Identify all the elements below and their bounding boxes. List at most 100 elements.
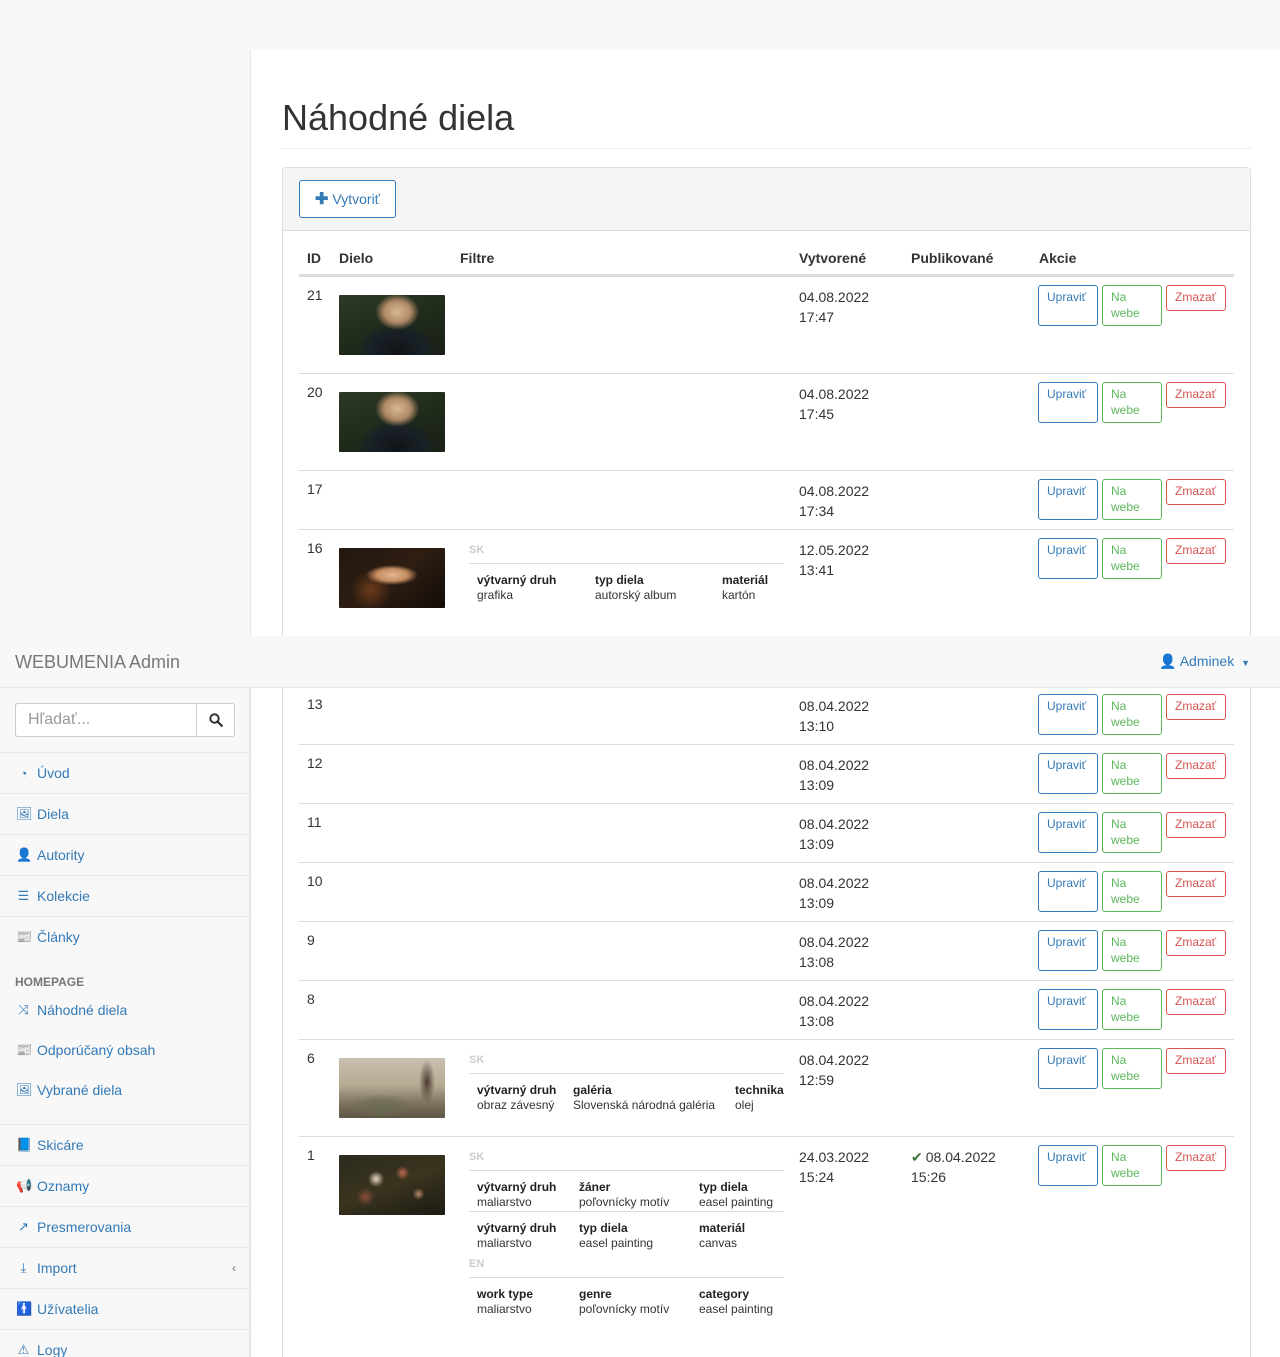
filter-lang: EN (469, 1258, 784, 1278)
edit-button[interactable]: Upraviť (1038, 753, 1098, 794)
chevron-left-icon: ‹ (232, 1261, 236, 1275)
row-id: 16 (307, 540, 323, 556)
col-id: ID (307, 250, 321, 266)
edit-button[interactable]: Upraviť (1038, 812, 1098, 853)
artwork-thumbnail[interactable] (339, 1155, 445, 1215)
delete-button[interactable]: Zmazať (1166, 812, 1226, 838)
created-day: 08.04.2022 (799, 875, 870, 891)
filter-item: výtvarný druh grafika (477, 573, 556, 602)
user-name: Adminek (1179, 653, 1235, 669)
delete-button[interactable]: Zmazať (1166, 694, 1226, 720)
delete-button[interactable]: Zmazať (1166, 1048, 1226, 1074)
sidebar-item-diela[interactable]: 🖼 Diela (0, 793, 250, 834)
delete-button[interactable]: Zmazať (1166, 753, 1226, 779)
edit-button[interactable]: Upraviť (1038, 1145, 1098, 1186)
sidebar-item-label: Logy (37, 1342, 68, 1357)
filter-value: maliarstvo (477, 1236, 532, 1250)
sidebar-item-skicáre[interactable]: 📘 Skicáre (0, 1124, 250, 1165)
sidebar-item-kolekcie[interactable]: ☰ Kolekcie (0, 875, 250, 916)
delete-button[interactable]: Zmazať (1166, 989, 1226, 1015)
artwork-thumbnail[interactable] (339, 548, 445, 608)
dashboard-icon: ◔ (19, 765, 28, 781)
created-date: 08.04.2022 13:09 (799, 814, 899, 854)
delete-button[interactable]: Zmazať (1166, 871, 1226, 897)
sidebar-item-články[interactable]: 📰 Články (0, 916, 250, 957)
brand[interactable]: WEBUMENIA Admin (15, 652, 180, 673)
filter-item: výtvarný druh maliarstvo (477, 1221, 556, 1250)
book-icon: 📘 (16, 1137, 33, 1152)
sidebar-item-náhodné-diela[interactable]: ⤨ Náhodné diela (0, 989, 250, 1030)
view-on-web-button[interactable]: Na webe (1102, 753, 1162, 794)
delete-button[interactable]: Zmazať (1166, 1145, 1226, 1171)
view-on-web-button[interactable]: Na webe (1102, 930, 1162, 971)
created-day: 08.04.2022 (799, 993, 870, 1009)
search-input[interactable] (15, 703, 197, 737)
sidebar-item-autority[interactable]: 👤 Autority (0, 834, 250, 875)
edit-button[interactable]: Upraviť (1038, 930, 1098, 971)
created-time: 15:24 (799, 1169, 835, 1185)
artwork-thumbnail[interactable] (339, 295, 445, 355)
view-on-web-button[interactable]: Na webe (1102, 871, 1162, 912)
edit-button[interactable]: Upraviť (1038, 871, 1098, 912)
created-date: 08.04.2022 13:09 (799, 873, 899, 913)
table-row: 20 04.08.2022 17:45 Upraviť Na webe Zmazať (299, 373, 1234, 470)
sidebar-item-úvod[interactable]: ◔ Úvod (0, 752, 250, 793)
edit-button[interactable]: Upraviť (1038, 694, 1098, 735)
sidebar-item-užívatelia[interactable]: 🚹 Užívatelia (0, 1288, 250, 1329)
delete-button[interactable]: Zmazať (1166, 285, 1226, 311)
view-on-web-button[interactable]: Na webe (1102, 538, 1162, 579)
view-on-web-button[interactable]: Na webe (1102, 694, 1162, 735)
filter-item: typ diela autorský album (595, 573, 676, 602)
edit-button[interactable]: Upraviť (1038, 479, 1098, 520)
filter-value: maliarstvo (477, 1302, 532, 1316)
filter-value: canvas (699, 1236, 738, 1250)
edit-button[interactable]: Upraviť (1038, 382, 1098, 423)
filter-item: work type maliarstvo (477, 1287, 533, 1316)
view-on-web-label: webe (1111, 1166, 1140, 1180)
filter-item: typ diela easel painting (699, 1180, 773, 1209)
created-time: 13:09 (799, 836, 835, 852)
created-time: 17:47 (799, 309, 835, 325)
edit-button[interactable]: Upraviť (1038, 538, 1098, 579)
row-id: 21 (307, 287, 323, 303)
delete-button[interactable]: Zmazať (1166, 479, 1226, 505)
user-menu[interactable]: 👤 Adminek ▼ (1159, 653, 1250, 670)
search-button[interactable] (197, 703, 235, 737)
delete-button[interactable]: Zmazať (1166, 382, 1226, 408)
view-on-web-label: Na (1111, 484, 1127, 498)
filter-item: výtvarný druh maliarstvo (477, 1180, 556, 1209)
table-row: 21 04.08.2022 17:47 Upraviť Na webe Zmazať (299, 276, 1234, 373)
view-on-web-button[interactable]: Na webe (1102, 479, 1162, 520)
user-icon: 👤 (16, 847, 33, 862)
edit-button[interactable]: Upraviť (1038, 989, 1098, 1030)
artwork-thumbnail[interactable] (339, 392, 445, 452)
edit-button[interactable]: Upraviť (1038, 285, 1098, 326)
primary-filter-grid: výtvarný druh grafika typ diela autorský al… (469, 564, 784, 604)
view-on-web-button[interactable]: Na webe (1102, 285, 1162, 326)
filter-label: category (699, 1287, 750, 1301)
sidebar-item-import[interactable]: ⤓ Import ‹ (0, 1247, 250, 1288)
sidebar-item-presmerovania[interactable]: ↗ Presmerovania (0, 1206, 250, 1247)
filter-label: výtvarný druh (477, 1180, 557, 1194)
delete-button[interactable]: Zmazať (1166, 930, 1226, 956)
view-on-web-button[interactable]: Na webe (1102, 1145, 1162, 1186)
filter-value: grafika (477, 588, 514, 602)
sidebar-item-oznamy[interactable]: 📢 Oznamy (0, 1165, 250, 1206)
sidebar-item-logy[interactable]: ⚠ Logy (0, 1329, 250, 1357)
artwork-thumbnail[interactable] (339, 1058, 445, 1118)
sidebar-item-odporúčaný-obsah[interactable]: 📰 Odporúčaný obsah (0, 1029, 250, 1070)
delete-button[interactable]: Zmazať (1166, 538, 1226, 564)
created-time: 13:10 (799, 718, 835, 734)
view-on-web-button[interactable]: Na webe (1102, 812, 1162, 853)
english-filter-grid: work type maliarstvo genre poľovnícky motív… (469, 1278, 784, 1318)
view-on-web-button[interactable]: Na webe (1102, 382, 1162, 423)
create-button[interactable]: ✚ Vytvoriť (299, 180, 396, 218)
sidebar-item-vybrané-diela[interactable]: 🖼 Vybrané diela (0, 1069, 250, 1110)
view-on-web-button[interactable]: Na webe (1102, 989, 1162, 1030)
view-on-web-button[interactable]: Na webe (1102, 1048, 1162, 1089)
filter-item: technika olej (735, 1083, 784, 1112)
edit-button[interactable]: Upraviť (1038, 1048, 1098, 1089)
filter-value: poľovnícky motív (579, 1302, 670, 1316)
table-row: 17 04.08.2022 17:34 Upraviť Na webe Zmazať (299, 470, 1234, 529)
sidebar: ◔ Úvod 🖼 Diela 👤 Autority ☰ Kolekcie 📰 Články HOME… (0, 688, 250, 1357)
